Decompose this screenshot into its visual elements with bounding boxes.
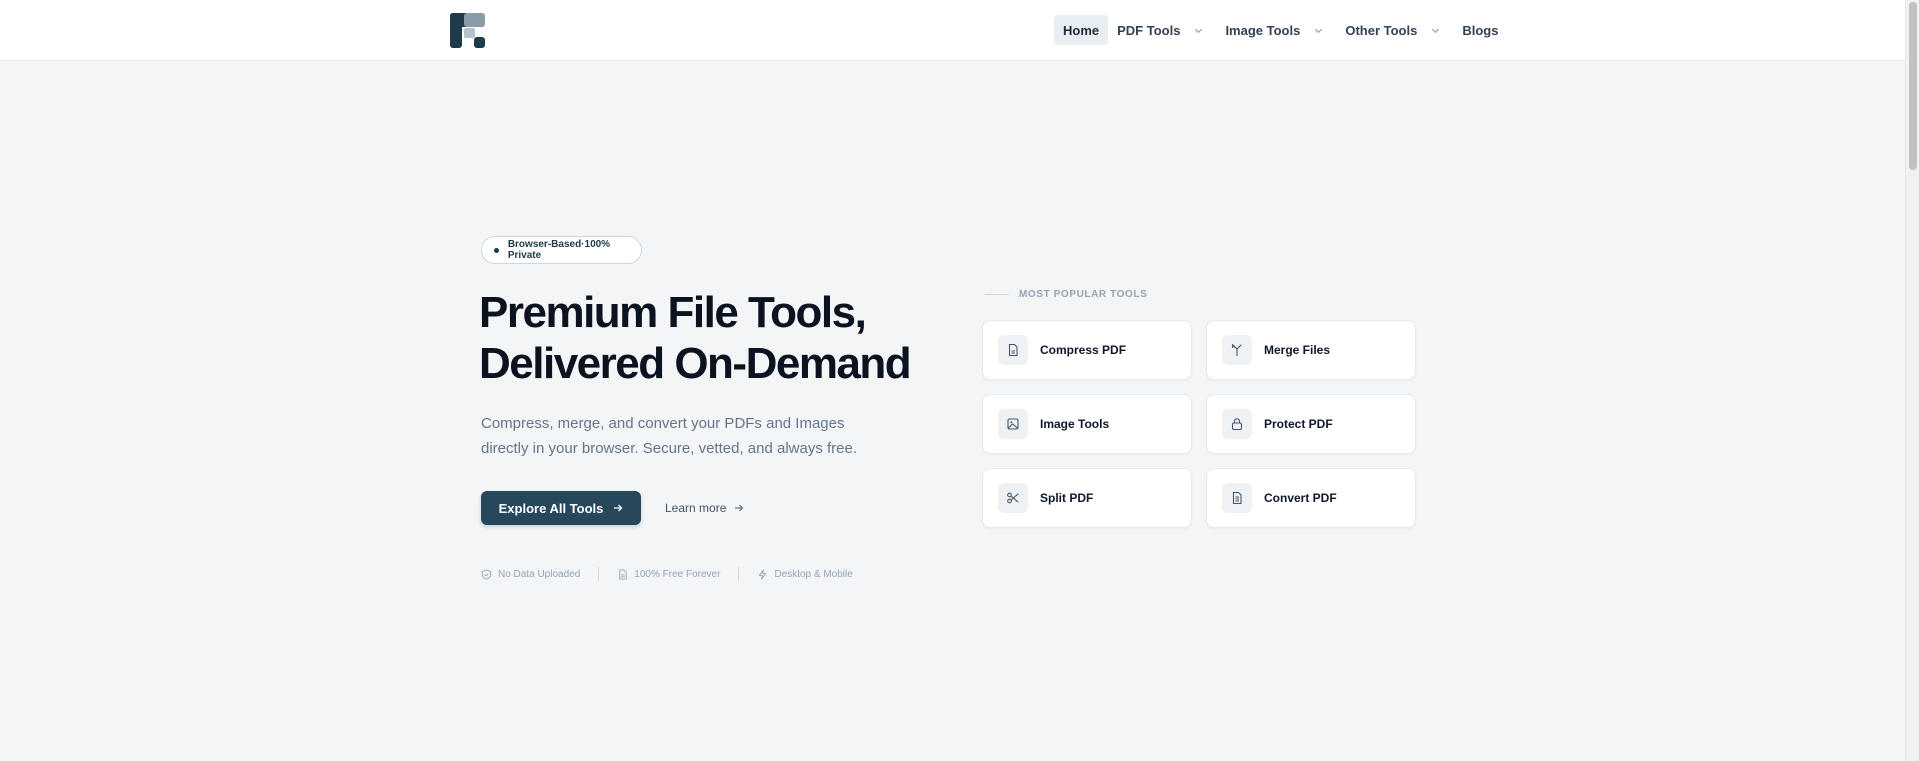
tool-card-split-pdf[interactable]: Split PDF [982,468,1192,528]
hero-title-line1: Premium File Tools, [479,288,867,337]
privacy-badge: Browser-Based·100% Private [481,236,642,264]
hero-subtitle-line1: Compress, merge, and convert your PDFs a… [481,415,845,432]
file-text-icon [1222,483,1252,513]
feature-no-data-uploaded: No Data Uploaded [481,569,580,580]
most-popular-tools-label: MOST POPULAR TOOLS [985,289,1147,300]
lock-icon [1222,409,1252,439]
scissors-icon [998,483,1028,513]
arrow-right-icon [735,504,744,512]
nav-image-tools[interactable]: Image Tools [1216,15,1332,45]
chevron-down-icon [1315,28,1323,33]
divider [598,567,600,581]
tool-card-compress-pdf[interactable]: Compress PDF [982,320,1192,380]
learn-more-label: Learn more [665,501,727,515]
hero-subtitle: Compress, merge, and convert your PDFs a… [481,411,901,461]
learn-more-link[interactable]: Learn more [665,499,744,517]
tool-name: Split PDF [1040,491,1094,505]
feature-desktop-mobile: Desktop & Mobile [757,568,853,580]
explore-button-label: Explore All Tools [498,500,604,516]
tool-card-convert-pdf[interactable]: Convert PDF [1206,468,1416,528]
page-scrollbar[interactable] [1905,0,1919,761]
arrow-right-icon [614,504,623,512]
logo-icon[interactable] [450,13,485,48]
tool-name: Protect PDF [1264,417,1333,431]
merge-icon [1222,335,1252,365]
tool-card-merge-files[interactable]: Merge Files [1206,320,1416,380]
nav-pdf-tools[interactable]: PDF Tools [1108,15,1212,45]
chevron-down-icon [1432,28,1440,33]
nav-image-tools-label: Image Tools [1225,22,1301,38]
feature-label: 100% Free Forever [634,568,721,580]
feature-label: No Data Uploaded [498,568,581,580]
tool-name: Image Tools [1040,417,1110,431]
feature-list: No Data Uploaded 100% Free Forever Deskt… [481,566,853,582]
tool-card-protect-pdf[interactable]: Protect PDF [1206,394,1416,454]
divider [738,567,740,581]
file-icon [619,568,627,580]
explore-all-tools-button[interactable]: Explore All Tools [481,491,641,525]
document-icon [998,335,1028,365]
main-nav: Home PDF Tools Image Tools Other Tools B… [1054,15,1507,45]
nav-blogs-label: Blogs [1462,22,1499,38]
popular-label-text: MOST POPULAR TOOLS [1019,289,1148,300]
feature-label: Desktop & Mobile [774,568,853,580]
label-rule [985,294,1009,295]
nav-home[interactable]: Home [1054,15,1109,45]
hero-subtitle-line2: directly in your browser. Secure, vetted… [481,440,858,457]
tool-name: Convert PDF [1264,491,1337,505]
tool-name: Merge Files [1264,343,1331,357]
nav-blogs[interactable]: Blogs [1453,15,1507,45]
feature-free-forever: 100% Free Forever [617,569,720,580]
chevron-down-icon [1195,28,1203,33]
nav-pdf-tools-label: PDF Tools [1117,22,1181,38]
nav-other-tools[interactable]: Other Tools [1336,15,1449,45]
bolt-icon [759,568,767,580]
tool-card-image-tools[interactable]: Image Tools [982,394,1192,454]
badge-text: Browser-Based·100% Private [507,239,611,261]
nav-home-label: Home [1063,22,1100,38]
badge-dot [494,247,499,253]
hero-title-line2: Delivered On-Demand [479,339,912,388]
tool-name: Compress PDF [1040,343,1127,357]
nav-other-tools-label: Other Tools [1345,22,1418,38]
image-icon [998,409,1028,439]
scrollbar-thumb[interactable] [1909,2,1917,170]
shield-check-icon [481,568,492,580]
hero-title: Premium File Tools, Delivered On-Demand [479,287,959,389]
top-navbar: Home PDF Tools Image Tools Other Tools B… [0,0,1905,61]
